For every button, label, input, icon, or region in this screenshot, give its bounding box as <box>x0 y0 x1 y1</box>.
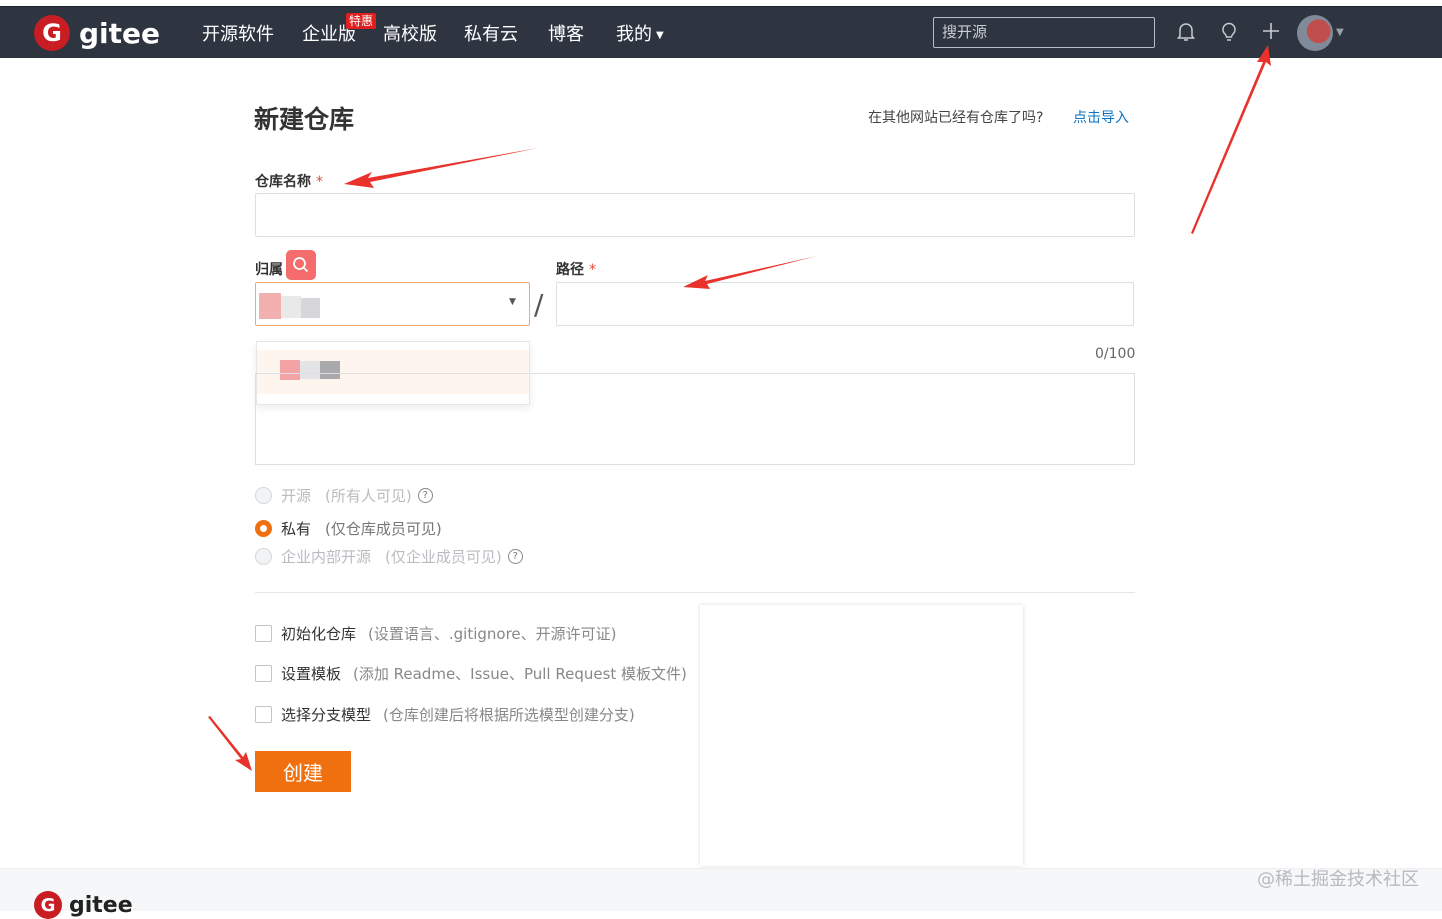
arrow-to-path <box>683 256 817 289</box>
arrow-to-plus <box>1191 45 1271 234</box>
annotation-arrows <box>208 45 1271 771</box>
arrow-to-create <box>208 716 252 771</box>
arrow-to-repo-name <box>344 148 538 188</box>
